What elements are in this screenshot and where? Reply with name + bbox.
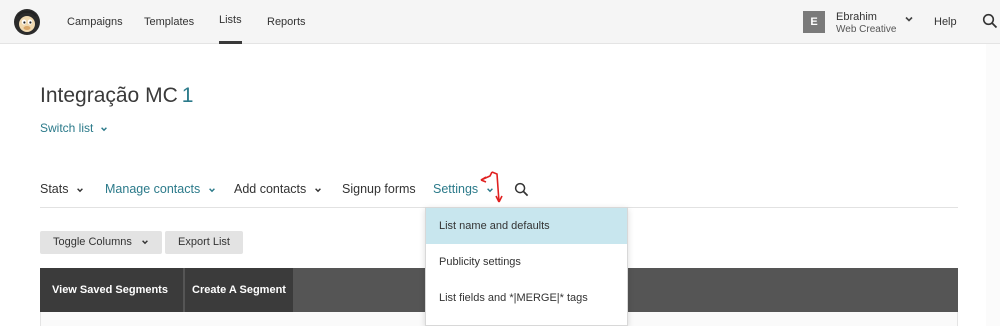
switch-list-link[interactable]: Switch list xyxy=(40,121,108,135)
chevron-down-icon xyxy=(208,187,215,192)
top-navigation-bar: Campaigns Templates Lists Reports E Ebra… xyxy=(0,0,1000,44)
red-arrow-icon xyxy=(480,171,503,203)
page-title: Integração MC 1 xyxy=(40,84,193,108)
search-icon[interactable] xyxy=(982,13,998,29)
switch-list-label: Switch list xyxy=(40,121,94,135)
chevron-down-icon xyxy=(314,187,321,192)
toggle-columns-label: Toggle Columns xyxy=(53,236,132,248)
nav-reports[interactable]: Reports xyxy=(267,0,306,44)
chevron-down-icon xyxy=(77,187,83,192)
help-link[interactable]: Help xyxy=(934,0,957,44)
view-saved-segments-label: View Saved Segments xyxy=(52,284,168,296)
nav-templates[interactable]: Templates xyxy=(144,0,194,44)
list-count: 1 xyxy=(181,84,194,107)
view-saved-segments-button[interactable]: View Saved Segments xyxy=(40,268,183,312)
export-list-button[interactable]: Export List xyxy=(165,231,243,254)
avatar[interactable]: E xyxy=(803,11,825,33)
subnav-signup-forms[interactable]: Signup forms xyxy=(342,182,416,196)
menu-item-publicity-settings[interactable]: Publicity settings xyxy=(426,244,627,280)
subnav-stats[interactable]: Stats xyxy=(40,182,84,196)
menu-item-list-fields-merge-tags[interactable]: List fields and *|MERGE|* tags xyxy=(426,280,627,316)
scrollbar[interactable] xyxy=(986,44,1000,326)
subnav-manage-contacts-label: Manage contacts xyxy=(105,182,201,196)
menu-item-list-name-defaults[interactable]: List name and defaults xyxy=(426,208,627,244)
subnav-manage-contacts[interactable]: Manage contacts xyxy=(105,182,216,196)
subnav-add-contacts[interactable]: Add contacts xyxy=(234,182,322,196)
chevron-down-icon xyxy=(100,127,107,132)
search-icon[interactable] xyxy=(514,182,529,197)
subnav-stats-label: Stats xyxy=(40,182,69,196)
chevron-down-icon[interactable] xyxy=(904,14,914,24)
toggle-columns-button[interactable]: Toggle Columns xyxy=(40,231,162,254)
nav-campaigns[interactable]: Campaigns xyxy=(67,0,123,44)
user-organization: Web Creative xyxy=(836,24,897,35)
mailchimp-logo-icon[interactable] xyxy=(13,8,41,36)
create-segment-button[interactable]: Create A Segment xyxy=(185,268,293,312)
settings-dropdown-menu: List name and defaults Publicity setting… xyxy=(425,207,628,326)
list-name: Integração MC xyxy=(40,84,178,107)
nav-lists[interactable]: Lists xyxy=(219,0,242,44)
chevron-down-icon xyxy=(142,240,148,245)
user-name[interactable]: Ebrahim xyxy=(836,11,877,23)
subnav-add-contacts-label: Add contacts xyxy=(234,182,307,196)
